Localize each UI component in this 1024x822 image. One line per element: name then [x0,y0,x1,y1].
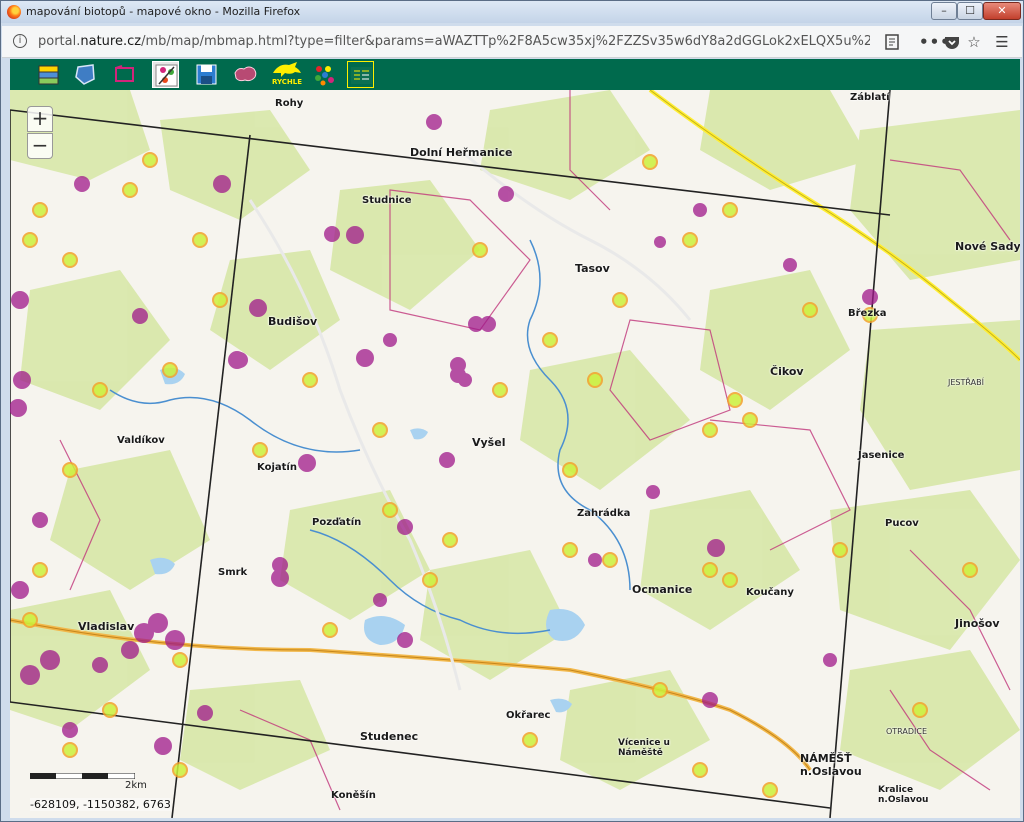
pocket-icon[interactable] [942,32,962,52]
place-pozdatin: Pozďatín [312,517,362,528]
place-jinosov: Jinošov [955,617,1000,630]
place-smrk: Smrk [218,567,248,578]
place-studnice: Studnice [362,195,412,206]
place-tasov: Tasov [575,262,610,275]
points-icon[interactable] [310,61,337,88]
place-ocmanice: Ocmanice [632,583,693,596]
place-budisov: Budišov [268,315,318,328]
legend-icon[interactable] [347,61,374,88]
region-icon[interactable] [232,61,259,88]
menu-icon[interactable]: ☰ [992,32,1012,52]
rychle-label: RYCHLE [271,78,303,86]
place-brezka: Březka [848,308,887,319]
place-kralice: Kralice n.Oslavou [878,785,929,805]
place-cikov: Čikov [770,365,804,378]
url-path: /mb/map/mbmap.html?type=filter&params=aW… [141,34,870,49]
zoom-out-button[interactable]: − [27,133,53,159]
title-bar: mapování biotopů - mapové okno - Mozilla… [1,1,1023,23]
scale-bar [30,773,135,779]
map-toolbar: RYCHLE [10,59,1020,90]
place-pucov: Pucov [885,518,919,529]
map-canvas[interactable]: Rohy Dolní Heřmanice Záblatí Studnice Ta… [10,90,1020,818]
cursor-coordinates: -628109, -1150382, 6763 [30,798,171,811]
rychle-icon[interactable]: RYCHLE [269,59,305,89]
navigation-bar: i portal.nature.cz/mb/map/mbmap.html?typ… [2,26,1022,58]
zoom-in-button[interactable]: + [27,106,53,132]
place-zablati: Záblatí [850,92,890,103]
scale-label: 2km [125,780,147,791]
minimize-button[interactable]: – [931,2,957,20]
place-okrarec: Okřarec [506,710,551,721]
place-koucany: Koučany [746,587,794,598]
rectangle-icon[interactable] [111,61,138,88]
place-jasenice: Jasenice [858,450,905,461]
layers-icon[interactable] [35,61,62,88]
browser-window: mapování biotopů - mapové okno - Mozilla… [0,0,1024,822]
place-rohy: Rohy [275,98,304,109]
place-zahradka: Zahrádka [577,508,631,519]
more-icon[interactable]: ••• [919,32,950,52]
save-icon[interactable] [193,61,220,88]
info-icon[interactable]: i [13,34,27,48]
place-namest: NÁMĚŠŤ n.Oslavou [800,752,862,778]
place-vladislav: Vladislav [78,620,135,633]
place-jestrabi: JESTŘABÍ [948,378,984,387]
maximize-button[interactable]: ☐ [957,2,983,20]
place-nove-sady: Nové Sady [955,240,1020,253]
place-konesin: Koněšín [331,790,376,801]
close-button[interactable]: ✕ [983,2,1021,20]
bookmark-star-icon[interactable]: ☆ [964,32,984,52]
place-otradice: OTRADICE [886,727,928,736]
url-prefix: portal. [38,34,81,49]
polygon-icon[interactable] [72,61,99,88]
place-valdikov: Valdíkov [117,435,165,446]
firefox-logo-icon [7,5,21,19]
place-vicenice: Vícenice u Náměště [618,738,670,758]
place-vysel: Vyšel [472,436,506,449]
place-studenec: Studenec [360,730,419,743]
url-bar[interactable]: portal.nature.cz/mb/map/mbmap.html?type=… [38,34,870,51]
select-icon[interactable] [152,61,179,88]
place-dolni-hermanice: Dolní Heřmanice [410,146,513,159]
url-domain: nature.cz [80,34,142,49]
reader-view-icon[interactable] [882,32,902,52]
place-kojatin: Kojatín [257,462,297,473]
window-title: mapování biotopů - mapové okno - Mozilla… [26,5,301,18]
